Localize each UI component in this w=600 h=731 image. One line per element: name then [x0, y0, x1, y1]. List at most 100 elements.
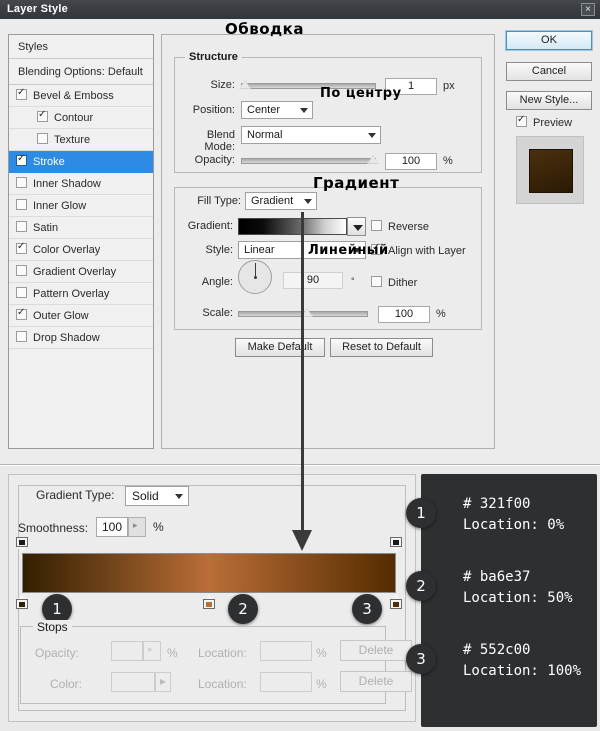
style-checkbox[interactable]: [16, 199, 27, 210]
stop-location-unit-1: %: [316, 646, 327, 660]
style-checkbox[interactable]: [16, 265, 27, 276]
angle-dial[interactable]: [238, 260, 272, 294]
style-checkbox[interactable]: [16, 331, 27, 342]
color-stop-marker-1[interactable]: [16, 594, 28, 609]
ok-button[interactable]: OK: [505, 30, 593, 51]
callout-hex-1: # 321f00: [463, 496, 531, 512]
blend-mode-select[interactable]: Normal: [241, 126, 381, 144]
callout-badge-3: 3: [406, 644, 436, 674]
style-checkbox[interactable]: [16, 241, 27, 254]
scale-input[interactable]: 100: [378, 306, 430, 323]
callout-badge-1: 1: [406, 498, 436, 528]
layer-style-dialog: Layer Style × Styles Blending Options: D…: [0, 0, 600, 731]
stop-opacity-input[interactable]: [111, 641, 143, 661]
sidebar-item-label: Texture: [54, 134, 91, 146]
opacity-slider-thumb[interactable]: [367, 155, 379, 164]
opacity-stop-tip: [391, 547, 401, 553]
style-checkbox[interactable]: [16, 221, 27, 232]
reset-to-default-button[interactable]: Reset to Default: [330, 338, 433, 357]
gradient-picker-button[interactable]: [347, 217, 366, 236]
sidebar-item-pattern-overlay[interactable]: Pattern Overlay: [9, 283, 153, 305]
sidebar-item-stroke[interactable]: Stroke: [9, 151, 153, 173]
stop-location-input-2[interactable]: [260, 672, 312, 692]
reverse-checkbox[interactable]: Reverse: [371, 220, 429, 233]
stop-color-swatch[interactable]: [111, 672, 155, 692]
color-stop-house: [390, 599, 402, 609]
sidebar-item-bevel-emboss[interactable]: Bevel & Emboss: [9, 85, 153, 107]
angle-label: Angle:: [201, 276, 233, 288]
sidebar-item-contour[interactable]: Contour: [9, 107, 153, 129]
sidebar-item-inner-glow[interactable]: Inner Glow: [9, 195, 153, 217]
annotation-gradient-ru: Градиент: [313, 174, 400, 192]
stop-location-label-2: Location:: [198, 677, 247, 691]
preview-checkbox[interactable]: Preview: [516, 114, 572, 129]
delete-opacity-stop-button[interactable]: Delete: [340, 640, 412, 661]
color-info-callout: # 321f00 Location: 0% # ba6e37 Location: 50…: [421, 474, 597, 727]
stop-location-input-1[interactable]: [260, 641, 312, 661]
close-icon[interactable]: ×: [581, 3, 595, 16]
sidebar-item-label: Outer Glow: [33, 310, 89, 322]
style-checkbox[interactable]: [16, 307, 27, 320]
sidebar-item-satin[interactable]: Satin: [9, 217, 153, 239]
stop-color-picker-button[interactable]: [155, 672, 171, 692]
color-stop-swatch: [19, 602, 25, 607]
sidebar-item-label: Color Overlay: [33, 244, 101, 256]
delete-color-stop-button[interactable]: Delete: [340, 671, 412, 692]
opacity-stop-marker[interactable]: [16, 537, 28, 553]
opacity-stop-marker[interactable]: [390, 537, 402, 553]
color-stop-marker-2[interactable]: [203, 594, 215, 609]
angle-input[interactable]: 90: [283, 272, 343, 289]
gradient-bar[interactable]: [22, 553, 396, 593]
blend-mode-label: Blend Mode:: [204, 129, 235, 153]
sidebar-item-gradient-overlay[interactable]: Gradient Overlay: [9, 261, 153, 283]
style-checkbox[interactable]: [16, 153, 27, 166]
sidebar-item-label: Inner Shadow: [33, 178, 101, 190]
new-style-button[interactable]: New Style...: [506, 91, 592, 110]
fill-type-select[interactable]: Gradient: [245, 192, 317, 210]
reverse-label: Reverse: [388, 221, 429, 233]
smoothness-stepper[interactable]: [128, 517, 146, 537]
opacity-stop-house: [16, 537, 28, 547]
color-stop-marker-3[interactable]: [390, 594, 402, 609]
position-select[interactable]: Center: [241, 101, 313, 119]
size-unit: px: [443, 80, 455, 92]
reverse-checkbox-box: [371, 220, 382, 231]
gradient-preview-swatch[interactable]: [238, 218, 347, 235]
chevron-down-icon: [353, 225, 363, 231]
cancel-button[interactable]: Cancel: [506, 62, 592, 81]
stop-opacity-stepper[interactable]: [143, 641, 161, 661]
annotation-arrow-head: [292, 530, 312, 551]
styles-list-header: Styles: [9, 35, 153, 59]
sidebar-item-outer-glow[interactable]: Outer Glow: [9, 305, 153, 327]
size-slider-thumb[interactable]: [239, 80, 251, 89]
annotation-linear-ru: Линейный: [308, 243, 389, 258]
sidebar-item-color-overlay[interactable]: Color Overlay: [9, 239, 153, 261]
dither-checkbox[interactable]: Dither: [371, 276, 417, 289]
gradient-type-value: Solid: [132, 489, 159, 503]
sidebar-item-drop-shadow[interactable]: Drop Shadow: [9, 327, 153, 349]
style-checkbox[interactable]: [16, 177, 27, 188]
sidebar-item-blending-options[interactable]: Blending Options: Default: [9, 59, 153, 85]
angle-dial-hub: [254, 276, 257, 279]
structure-group: Structure Size: 1 px Position: Center Bl…: [174, 51, 482, 173]
chevron-down-icon: [300, 108, 308, 113]
opacity-label: Opacity:: [194, 154, 235, 166]
style-checkbox[interactable]: [37, 109, 48, 122]
smoothness-unit: %: [153, 520, 164, 534]
style-checkbox[interactable]: [16, 87, 27, 100]
style-checkbox[interactable]: [16, 287, 27, 298]
opacity-slider[interactable]: [241, 158, 376, 164]
stop-opacity-unit: %: [167, 646, 178, 660]
style-checkbox[interactable]: [37, 133, 48, 144]
sidebar-item-inner-shadow[interactable]: Inner Shadow: [9, 173, 153, 195]
make-default-button[interactable]: Make Default: [235, 338, 325, 357]
gradient-type-select[interactable]: Solid: [125, 486, 189, 506]
fill-type-label: Fill Type:: [197, 195, 241, 207]
sidebar-item-label: Stroke: [33, 156, 65, 168]
opacity-input[interactable]: 100: [385, 153, 437, 170]
preview-box: [516, 136, 584, 204]
sidebar-item-texture[interactable]: Texture: [9, 129, 153, 151]
smoothness-input[interactable]: 100: [96, 517, 128, 537]
structure-group-title: Structure: [185, 51, 242, 63]
blend-mode-value: Normal: [247, 129, 283, 141]
